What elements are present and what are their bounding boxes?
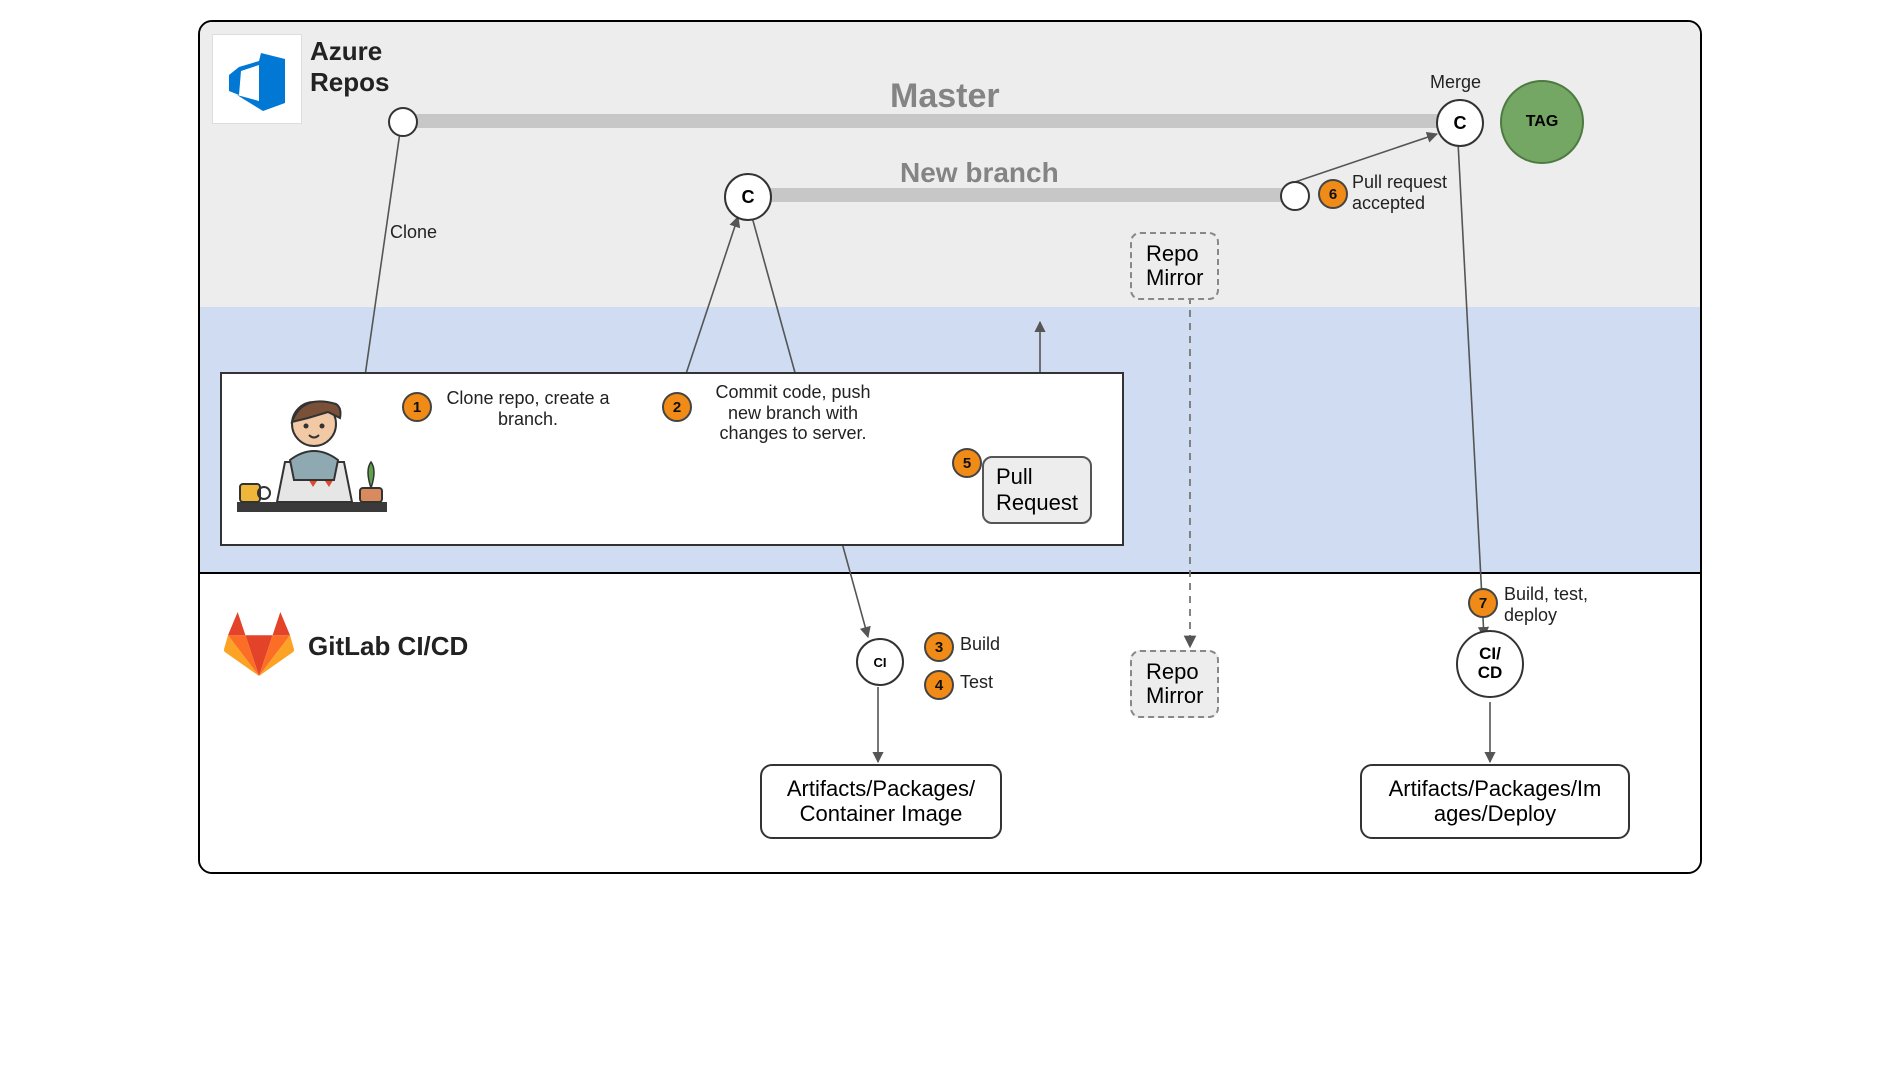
newbranch-commit-node: C	[724, 173, 772, 221]
master-start-node	[388, 107, 418, 137]
gitlab-title: GitLab CI/CD	[308, 631, 468, 662]
step-7-text: Build, test, deploy	[1504, 584, 1614, 625]
cicd-node: CI/ CD	[1456, 630, 1524, 698]
artifacts-left-box: Artifacts/Packages/ Container Image	[760, 764, 1002, 839]
gitlab-icon	[224, 612, 294, 681]
artifacts-right-box: Artifacts/Packages/Im ages/Deploy	[1360, 764, 1630, 839]
newbranch-commit-label: C	[742, 187, 755, 208]
cicd-node-label: CI/ CD	[1478, 645, 1503, 682]
repo-mirror-top: Repo Mirror	[1130, 232, 1219, 300]
newbranch-end-node	[1280, 181, 1310, 211]
step-1-badge: 1	[402, 392, 432, 422]
gitlab-header: GitLab CI/CD	[224, 612, 468, 681]
tag-node: TAG	[1500, 80, 1584, 164]
step-1-text: Clone repo, create a branch.	[438, 388, 618, 429]
merge-label: Merge	[1430, 72, 1481, 93]
step-6-badge: 6	[1318, 179, 1348, 209]
clone-label: Clone	[390, 222, 437, 243]
repo-mirror-bottom: Repo Mirror	[1130, 650, 1219, 718]
merge-commit-node: C	[1436, 99, 1484, 147]
step-3-text: Build	[960, 634, 1000, 655]
step-4-text: Test	[960, 672, 993, 693]
azure-repos-title: Azure Repos	[310, 36, 389, 98]
merge-commit-label: C	[1454, 113, 1467, 134]
step-2-text: Commit code, push new branch with change…	[698, 382, 888, 444]
developer-icon	[232, 382, 392, 542]
ci-node: CI	[856, 638, 904, 686]
diagram-canvas: Azure Repos Master New branch C Merge TA…	[198, 20, 1702, 874]
azure-devops-icon	[212, 34, 302, 124]
developer-box: 1 Clone repo, create a branch. 2 Commit …	[220, 372, 1124, 546]
step-6-text: Pull request accepted	[1352, 172, 1472, 213]
step-4-badge: 4	[924, 670, 954, 700]
step-2-badge: 2	[662, 392, 692, 422]
step-7-badge: 7	[1468, 588, 1498, 618]
ci-node-label: CI	[874, 655, 887, 670]
step-3-badge: 3	[924, 632, 954, 662]
step-5-badge: 5	[952, 448, 982, 478]
tag-label: TAG	[1526, 113, 1559, 131]
pull-request-box: Pull Request	[982, 456, 1092, 524]
new-branch-label: New branch	[900, 157, 1059, 189]
master-branch-label: Master	[890, 77, 1000, 116]
